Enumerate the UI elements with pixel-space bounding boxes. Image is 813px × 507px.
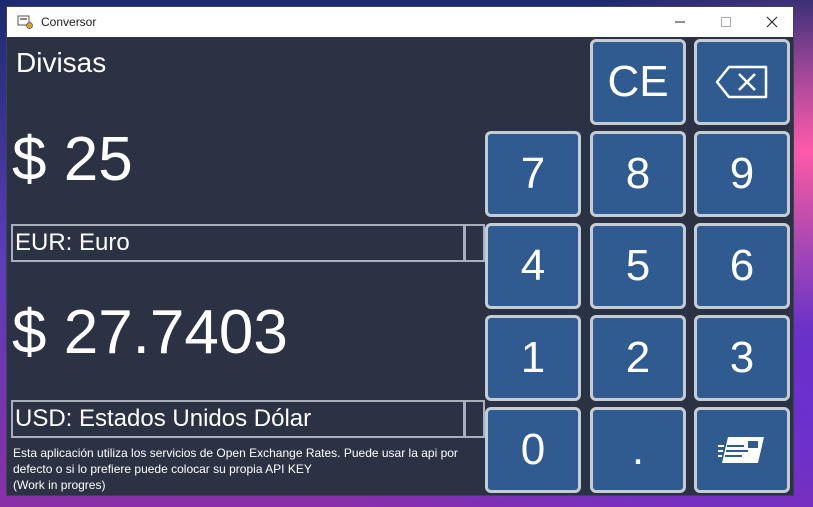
- decimal-point-button[interactable]: .: [590, 407, 686, 493]
- minimize-button[interactable]: [657, 7, 703, 37]
- currency-settings-button[interactable]: [694, 407, 790, 493]
- app-window: Conversor Divisas $ 25 EUR: Euro $ 27.74…: [6, 6, 794, 496]
- mode-title: Divisas: [16, 47, 107, 78]
- close-icon: [766, 16, 778, 28]
- digit-9-button[interactable]: 9: [694, 131, 790, 217]
- digit-8-button[interactable]: 8: [590, 131, 686, 217]
- source-currency-select[interactable]: EUR: Euro: [11, 224, 465, 262]
- converted-amount: $ 27.7403: [12, 298, 288, 367]
- clear-entry-button[interactable]: CE: [590, 39, 686, 125]
- backspace-icon: [715, 65, 768, 99]
- app-icon: [17, 15, 33, 29]
- api-notice-text: Esta aplicación utiliza los servicios de…: [13, 446, 458, 476]
- digit-4-button[interactable]: 4: [485, 223, 581, 309]
- digit-5-button[interactable]: 5: [590, 223, 686, 309]
- title-bar: Conversor: [7, 7, 793, 37]
- digit-2-button[interactable]: 2: [590, 315, 686, 401]
- digit-0-button[interactable]: 0: [485, 407, 581, 493]
- window-title: Conversor: [41, 15, 97, 29]
- target-currency-select[interactable]: USD: Estados Unidos Dólar: [11, 400, 465, 438]
- source-currency-dropdown-button[interactable]: [465, 224, 485, 262]
- api-notice-status: (Work in progres): [13, 478, 106, 492]
- api-notice: Esta aplicación utiliza los servicios de…: [13, 445, 483, 493]
- digit-6-button[interactable]: 6: [694, 223, 790, 309]
- backspace-button[interactable]: [694, 39, 790, 125]
- digit-1-button[interactable]: 1: [485, 315, 581, 401]
- converter-panel: Divisas $ 25 EUR: Euro $ 27.7403 USD: Es…: [7, 37, 793, 495]
- minimize-icon: [675, 21, 685, 23]
- currency-card-icon: [718, 437, 764, 463]
- source-amount: $ 25: [12, 125, 133, 194]
- target-currency-dropdown-button[interactable]: [465, 400, 485, 438]
- digit-7-button[interactable]: 7: [485, 131, 581, 217]
- close-button[interactable]: [749, 7, 793, 37]
- maximize-icon: [721, 17, 731, 27]
- digit-3-button[interactable]: 3: [694, 315, 790, 401]
- maximize-button[interactable]: [703, 7, 749, 37]
